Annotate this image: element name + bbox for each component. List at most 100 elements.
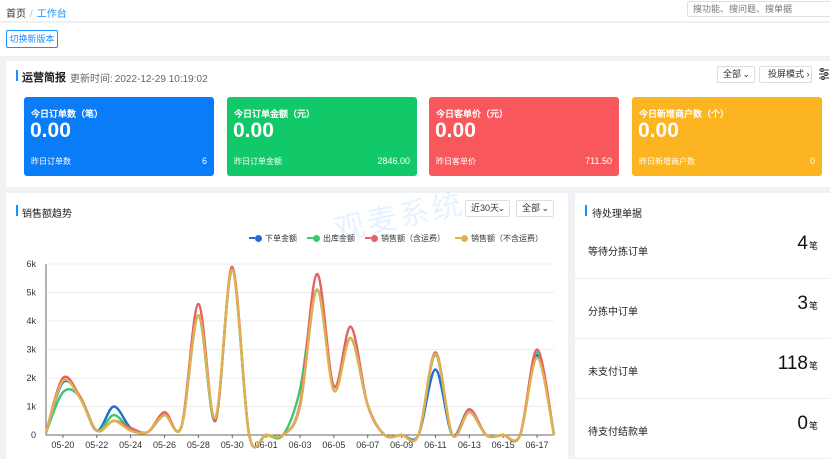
x-tick-label: 06-15	[492, 440, 515, 450]
ops-scope-value: 全部	[723, 69, 742, 79]
kpi-sub-value: 0	[809, 156, 815, 166]
todo-unit: 笔	[808, 421, 818, 431]
legend-dot	[371, 235, 378, 242]
y-tick-label: 4k	[26, 316, 36, 326]
x-tick-label: 06-09	[390, 440, 413, 450]
legend-item[interactable]: 下单金额	[249, 233, 297, 244]
todo-unit: 笔	[808, 241, 818, 251]
section-marker	[16, 70, 18, 81]
sales-title: 销售额趋势	[22, 209, 72, 220]
kpi-card-avg-price[interactable]: 今日客单价（元） 0.00 昨日客单价 711.50	[429, 97, 619, 176]
breadcrumb: 首页 / 工作台	[6, 5, 67, 20]
todo-unit: 笔	[808, 301, 818, 311]
legend-dot	[461, 235, 468, 242]
global-search-input[interactable]	[687, 1, 830, 17]
breadcrumb-separator: /	[30, 9, 33, 20]
legend-label: 出库金额	[323, 234, 355, 243]
legend-label: 销售额（不含运费）	[471, 234, 543, 243]
legend-dot	[313, 235, 320, 242]
operations-overview-panel: 运营简报 更新时间: 2022-12-29 10:19:02 全部 ⌄ 投屏模式 ›…	[6, 61, 830, 187]
settings-sliders-icon[interactable]	[818, 67, 830, 81]
todo-value: 0笔	[797, 413, 818, 435]
x-tick-label: 06-11	[424, 440, 446, 450]
x-tick-label: 06-17	[526, 440, 549, 450]
y-tick-label: 0	[31, 430, 36, 440]
todo-count: 118	[777, 353, 808, 374]
kpi-sub-value: 6	[201, 156, 207, 166]
update-time-value: 2022-12-29 10:19:02	[114, 74, 208, 85]
todo-label: 等待分拣订单	[588, 247, 648, 258]
kpi-sub-label: 昨日客单价	[436, 157, 476, 166]
legend-dot	[255, 235, 262, 242]
x-tick-label: 05-30	[221, 440, 244, 450]
pending-documents-panel: 待处理单据 等待分拣订单 4笔 分拣中订单 3笔 未支付订单 118笔 待支付结…	[575, 193, 830, 459]
todo-value: 3笔	[797, 293, 818, 315]
switch-version-button[interactable]: 切换新版本	[6, 30, 58, 48]
y-tick-label: 6k	[26, 259, 36, 269]
chart-legend: 下单金额 出库金额 销售额（含运费） 销售额（不含运费）	[249, 233, 553, 245]
section-marker	[16, 205, 18, 216]
kpi-value: 0.00	[233, 119, 274, 142]
todo-unit: 笔	[808, 361, 818, 371]
kpi-card-order-count[interactable]: 今日订单数（笔） 0.00 昨日订单数 6	[24, 97, 214, 176]
x-tick-label: 05-28	[187, 440, 210, 450]
chevron-down-icon: ⌄	[497, 203, 505, 213]
kpi-sub-value: 711.50	[585, 156, 612, 166]
sales-line-chart: 0 1k 2k 3k 4k 5k 6k 05-20 05-22 05-24 05-26 05-28 05…	[26, 259, 556, 450]
kpi-card-new-merchants[interactable]: 今日新增商户数（个） 0.00 昨日新增商户数 0	[632, 97, 822, 176]
legend-label: 下单金额	[265, 234, 297, 243]
version-bar: 切换新版本	[0, 23, 830, 56]
legend-item[interactable]: 出库金额	[307, 233, 355, 244]
todo-label: 待支付结款单	[588, 427, 648, 438]
chevron-down-icon: ⌄	[742, 69, 750, 79]
todo-count: 0	[797, 413, 808, 434]
kpi-sub-label: 昨日订单金额	[234, 157, 282, 166]
legend-item[interactable]: 销售额（不含运费）	[455, 233, 543, 244]
chevron-right-icon: ›	[806, 69, 810, 79]
y-tick-label: 1k	[26, 402, 36, 412]
todo-title: 待处理单据	[592, 209, 642, 220]
screen-mode-label: 投屏模式	[768, 69, 805, 79]
ops-scope-select[interactable]: 全部 ⌄	[717, 66, 755, 83]
kpi-sub-value: 2846.00	[377, 156, 410, 166]
x-tick-label: 06-05	[322, 440, 345, 450]
y-tick-label: 5k	[26, 288, 36, 298]
ops-title: 运营简报	[22, 72, 66, 84]
chevron-down-icon: ⌄	[541, 203, 549, 213]
todo-label: 分拣中订单	[588, 307, 638, 318]
todo-value: 4笔	[797, 233, 818, 255]
sales-trend-panel: 销售额趋势 近30天 ⌄ 全部 ⌄ 下单金额 出库金额 销售额（含运费） 销售额（不含运费…	[6, 193, 568, 459]
top-bar: 首页 / 工作台	[0, 0, 830, 22]
kpi-value: 0.00	[638, 119, 679, 142]
breadcrumb-current[interactable]: 工作台	[37, 9, 67, 20]
todo-row-settlement[interactable]: 待支付结款单 0笔	[575, 399, 830, 459]
todo-count: 3	[797, 293, 808, 314]
x-tick-label: 05-20	[51, 440, 74, 450]
kpi-value: 0.00	[435, 119, 476, 142]
screen-mode-button[interactable]: 投屏模式 ›	[759, 66, 812, 83]
todo-value: 118笔	[778, 353, 818, 375]
x-tick-label: 06-13	[458, 440, 481, 450]
x-tick-label: 05-26	[153, 440, 176, 450]
sales-range-value: 近30天	[471, 203, 500, 213]
update-time-label: 更新时间:	[70, 74, 113, 85]
sales-scope-value: 全部	[522, 203, 541, 213]
x-tick-label: 05-24	[119, 440, 142, 450]
kpi-card-order-amount[interactable]: 今日订单金额（元） 0.00 昨日订单金额 2846.00	[227, 97, 417, 176]
sales-scope-select[interactable]: 全部 ⌄	[516, 200, 554, 217]
todo-row-wait-sorting[interactable]: 等待分拣订单 4笔	[575, 219, 830, 279]
section-marker	[585, 205, 587, 216]
y-tick-label: 3k	[26, 345, 36, 355]
legend-label: 销售额（含运费）	[381, 234, 445, 243]
breadcrumb-home[interactable]: 首页	[6, 9, 26, 20]
x-tick-label: 06-03	[288, 440, 311, 450]
todo-row-unpaid[interactable]: 未支付订单 118笔	[575, 339, 830, 399]
legend-item[interactable]: 销售额（含运费）	[365, 233, 445, 244]
sales-range-select[interactable]: 近30天 ⌄	[465, 200, 510, 217]
x-tick-label: 05-22	[85, 440, 108, 450]
kpi-sub-label: 昨日订单数	[31, 157, 71, 166]
update-time: 更新时间: 2022-12-29 10:19:02	[68, 70, 208, 85]
y-tick-label: 2k	[26, 373, 36, 383]
x-tick-label: 06-07	[356, 440, 379, 450]
todo-row-sorting[interactable]: 分拣中订单 3笔	[575, 279, 830, 339]
